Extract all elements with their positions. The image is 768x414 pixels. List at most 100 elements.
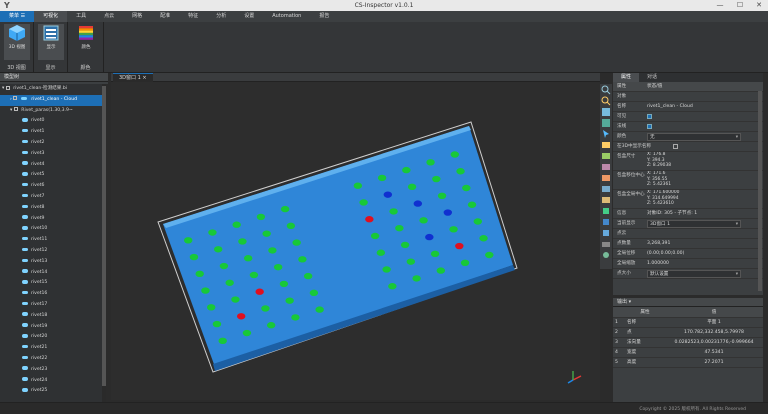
table-row[interactable]: 3 法向量 0.0282523,0.00231776,-0.999664	[613, 337, 763, 348]
side-view-icon[interactable]	[601, 140, 611, 150]
tree-node-rivet[interactable]: rivet22	[0, 354, 106, 365]
menu-tools[interactable]: 工具	[67, 11, 95, 22]
maximize-button[interactable]: ☐	[733, 1, 747, 9]
tab-dialog[interactable]: 对话	[639, 73, 665, 82]
tree-node-rivet[interactable]: rivet19	[0, 322, 106, 333]
minimize-button[interactable]: —	[713, 1, 727, 9]
visibility-checkbox[interactable]	[13, 107, 18, 112]
menu-mesh[interactable]: 网格	[123, 11, 151, 22]
color-button[interactable]: 颜色	[73, 24, 99, 60]
perspective-icon[interactable]	[601, 206, 611, 216]
display-button[interactable]: 显示	[38, 24, 64, 60]
right-view-icon[interactable]	[601, 173, 611, 183]
chevron-right-icon[interactable]: ›	[10, 97, 12, 102]
point-size-select[interactable]: 默认设置	[647, 270, 741, 278]
name-value[interactable]: rivet1_clean - Cloud	[647, 102, 763, 111]
menu-automation[interactable]: Automation	[263, 11, 310, 22]
rivet-marker	[195, 270, 204, 278]
tree-node-cloud[interactable]: › rivet1_clean - Cloud	[0, 94, 106, 106]
tree-node-rivet[interactable]: rivet16	[0, 289, 106, 300]
tree-node-rivet[interactable]: rivet17	[0, 300, 106, 311]
tree-node-rivet[interactable]: rivet25	[0, 386, 106, 397]
tree-scrollbar-thumb[interactable]	[102, 86, 106, 386]
cloud-icon	[22, 118, 28, 122]
light-icon[interactable]	[601, 228, 611, 238]
visible-checkbox[interactable]	[647, 114, 652, 119]
settings-icon[interactable]	[601, 250, 611, 260]
normals-checkbox[interactable]	[647, 124, 652, 129]
tree-node-rivet[interactable]: rivet1	[0, 127, 106, 138]
orthographic-icon[interactable]	[601, 217, 611, 227]
3d-viewport[interactable]	[111, 82, 600, 400]
title-bar: Y CS-Inspector v1.0.1 — ☐ ✕	[0, 0, 768, 11]
tab-3d-window-1[interactable]: 3D窗口 1 ×	[113, 73, 153, 82]
visibility-checkbox[interactable]	[5, 85, 10, 90]
tree-node-rivet[interactable]: rivet13	[0, 257, 106, 268]
zoom-fit-icon[interactable]	[601, 85, 611, 95]
menu-registration[interactable]: 配准	[151, 11, 179, 22]
table-row[interactable]: 4 宽度 47.5341	[613, 347, 763, 358]
iso-view-icon[interactable]	[601, 195, 611, 205]
front-view-icon[interactable]	[601, 107, 611, 117]
menu-main[interactable]: 菜单 ☰	[0, 11, 35, 22]
tree-node-rivet[interactable]: rivet7	[0, 192, 106, 203]
zoom-icon[interactable]	[601, 96, 611, 106]
tree-node-rivet[interactable]: rivet10	[0, 224, 106, 235]
top-view-icon[interactable]	[601, 118, 611, 128]
ribbon-group-label: 颜色	[80, 65, 91, 71]
rivet-marker	[279, 280, 289, 288]
rivet-marker	[430, 250, 440, 258]
bottom-view-icon[interactable]	[601, 184, 611, 194]
pointer-icon[interactable]	[601, 129, 611, 139]
menu-features[interactable]: 特征	[179, 11, 207, 22]
tree-node-rivet[interactable]: rivet21	[0, 343, 106, 354]
tree-node-rivet[interactable]: rivet9	[0, 214, 106, 225]
left-view-icon[interactable]	[601, 162, 611, 172]
tree-node-rivet[interactable]: rivet14	[0, 268, 106, 279]
tree-node-rivet[interactable]: rivet12	[0, 246, 106, 257]
menu-visualization[interactable]: 可视化	[34, 11, 68, 22]
close-button[interactable]: ✕	[752, 1, 766, 9]
chevron-down-icon[interactable]: ▾	[2, 86, 4, 91]
menu-report[interactable]: 报告	[310, 11, 338, 22]
table-row[interactable]: 5 高度 27.2071	[613, 357, 763, 368]
tree-node-rivet[interactable]: rivet0	[0, 116, 106, 127]
properties-scrollbar[interactable]	[758, 91, 762, 291]
rivet-marker	[467, 201, 477, 208]
visibility-checkbox[interactable]	[13, 96, 18, 101]
color-select[interactable]: 无	[647, 133, 741, 141]
tab-properties[interactable]: 属性	[613, 73, 640, 82]
tree-node-rivet[interactable]: rivet23	[0, 365, 106, 376]
table-row[interactable]: 1 名称 平面 1	[613, 317, 763, 328]
tree-node-rivet-group[interactable]: ▾ Rivet_paras(1.30,3.9~	[0, 106, 106, 117]
point-cloud-render[interactable]	[111, 82, 600, 400]
close-icon[interactable]: ×	[142, 75, 146, 81]
rivet-marker	[243, 255, 253, 262]
back-view-icon[interactable]	[601, 151, 611, 161]
3d-view-button[interactable]: 3D 视图	[4, 24, 30, 60]
cloud-icon	[22, 204, 28, 209]
tree-node-rivet[interactable]: rivet6	[0, 181, 106, 192]
rivet-marker	[359, 199, 368, 206]
show-name-checkbox[interactable]	[673, 144, 678, 149]
menu-settings[interactable]: 设置	[235, 11, 263, 22]
current-display-select[interactable]: 3D窗口 1	[647, 220, 741, 228]
tree-node-rivet[interactable]: rivet15	[0, 278, 106, 289]
tree-node-rivet[interactable]: rivet24	[0, 376, 106, 387]
table-row[interactable]: 2 点 170.782,332.458,5.79978	[613, 327, 763, 338]
tree-node-rivet[interactable]: rivet4	[0, 160, 106, 171]
pin-icon[interactable]: ▾	[629, 299, 632, 305]
tree-node-rivet[interactable]: rivet3	[0, 149, 106, 160]
tree-node-rivet[interactable]: rivet11	[0, 235, 106, 246]
tree-node-rivet[interactable]: rivet8	[0, 203, 106, 214]
tree-node-root[interactable]: ▾ rivet1_clean-检测结果.bi	[0, 84, 106, 95]
tree-node-rivet[interactable]: rivet2	[0, 138, 106, 149]
tree-node-rivet[interactable]: rivet5	[0, 170, 106, 181]
tree-node-rivet[interactable]: rivet20	[0, 332, 106, 343]
menu-analysis[interactable]: 分析	[207, 11, 235, 22]
screenshot-icon[interactable]	[601, 239, 611, 249]
menu-pointcloud[interactable]: 点云	[95, 11, 123, 22]
tree-node-rivet[interactable]: rivet18	[0, 311, 106, 322]
rivet-marker	[412, 275, 421, 282]
chevron-down-icon[interactable]: ▾	[10, 108, 12, 113]
